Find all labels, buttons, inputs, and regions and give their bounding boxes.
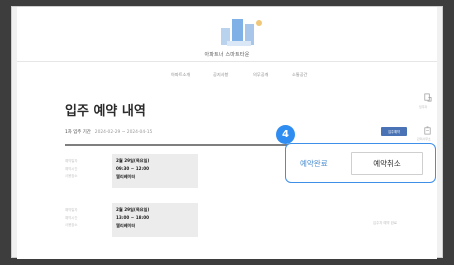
reservation-time: 09:30 ~ 12:00 (116, 166, 150, 171)
nav-item-community[interactable]: 소통공간 (292, 72, 307, 78)
reservation-labels: 예약일자 예약시간 사용장소 (65, 158, 77, 181)
page: 아파트너 스마트타운 아파트소개 공지사항 의무공개 소통공간 입주자 관리사무… (17, 7, 437, 259)
office-icon[interactable] (423, 126, 432, 135)
reservation-time: 13:00 ~ 18:00 (116, 215, 150, 220)
brand-name: 아파트너 스마트타운 (204, 52, 250, 58)
nav-item-notices[interactable]: 공지사항 (213, 72, 228, 78)
reservation-details: 2월 29일(목요일) 09:30 ~ 12:00 엘리베이터 (112, 154, 198, 188)
place-label: 사용장소 (65, 174, 78, 178)
resident-icon[interactable] (423, 93, 432, 102)
resident-label: 입주자 (419, 105, 428, 109)
reservation-complete-status: 예약완료 (300, 159, 328, 168)
reservation-date: 2월 29일(목요일) (116, 207, 150, 212)
date-label: 예약일자 (65, 208, 78, 212)
reservation-action-callout: 예약완료 예약취소 (285, 143, 436, 183)
reservation-status: 입주자 예약 완료 (373, 221, 397, 225)
browser-frame: 아파트너 스마트타운 아파트소개 공지사항 의무공개 소통공간 입주자 관리사무… (11, 6, 443, 259)
reservation-place: 엘리베이터 (116, 223, 136, 228)
period-dates: 2024-02-29 ~ 2024-04-15 (94, 130, 153, 135)
reservation-labels: 예약일자 예약시간 사용장소 (65, 207, 77, 230)
reservation-item: 예약일자 예약시간 사용장소 2월 29일(목요일) 13:00 ~ 18:00… (65, 203, 325, 241)
period-label: 1차 입주 기간 (65, 130, 91, 135)
period-progress-fill (65, 144, 323, 146)
move-in-period: 1차 입주 기간 2024-02-29 ~ 2024-04-15 (65, 129, 152, 135)
page-title: 입주 예약 내역 (65, 104, 146, 119)
place-label: 사용장소 (65, 223, 78, 227)
date-label: 예약일자 (65, 159, 78, 163)
nav-item-apartment-intro[interactable]: 아파트소개 (171, 72, 190, 78)
reservation-place: 엘리베이터 (116, 174, 136, 179)
time-label: 예약시간 (65, 215, 78, 220)
reserve-move-in-button[interactable]: 입주예약 (381, 127, 407, 136)
cancel-reservation-button[interactable]: 예약취소 (351, 152, 423, 175)
nav-item-disclosure[interactable]: 의무공개 (253, 72, 268, 78)
header-divider (17, 61, 437, 62)
reservation-date: 2월 29일(목요일) (116, 158, 150, 163)
step-number-badge: 4 (276, 125, 295, 144)
office-label: 관리사무소 (417, 137, 431, 141)
apartner-logo (221, 19, 262, 46)
reservation-details: 2월 29일(목요일) 13:00 ~ 18:00 엘리베이터 (112, 203, 198, 237)
time-label: 예약시간 (65, 166, 78, 171)
